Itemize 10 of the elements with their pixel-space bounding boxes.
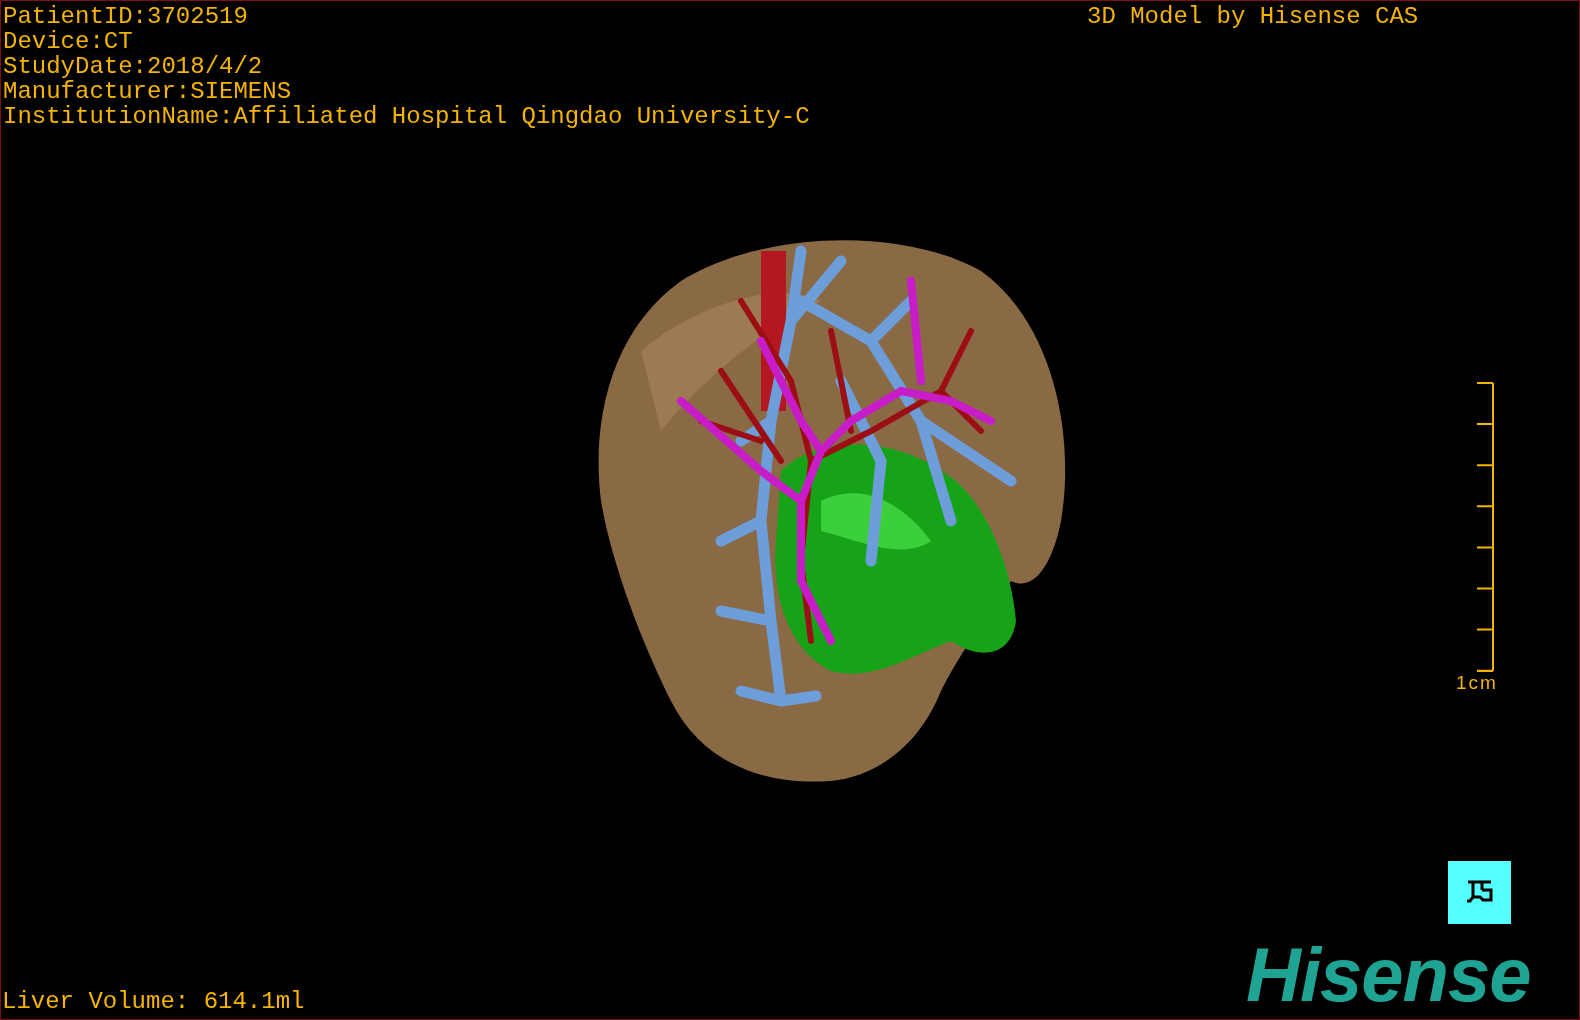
info-line: Device:CT [3, 29, 134, 54]
scale-label: 1cm [1456, 673, 1498, 693]
info-line: Manufacturer:SIEMENS [3, 79, 293, 104]
info-line: PatientID:3702519 [3, 4, 249, 29]
model-credit: 3D Model by Hisense CAS [1087, 4, 1419, 29]
brand-logo: Hisense [1246, 939, 1531, 1011]
liver-volume: Liver Volume: 614.1ml [2, 989, 305, 1014]
info-line: StudyDate:2018/4/2 [3, 54, 264, 79]
view-orientation-button[interactable] [1448, 861, 1511, 924]
info-line: InstitutionName:Affiliated Hospital Qingdao University-C [3, 104, 810, 129]
